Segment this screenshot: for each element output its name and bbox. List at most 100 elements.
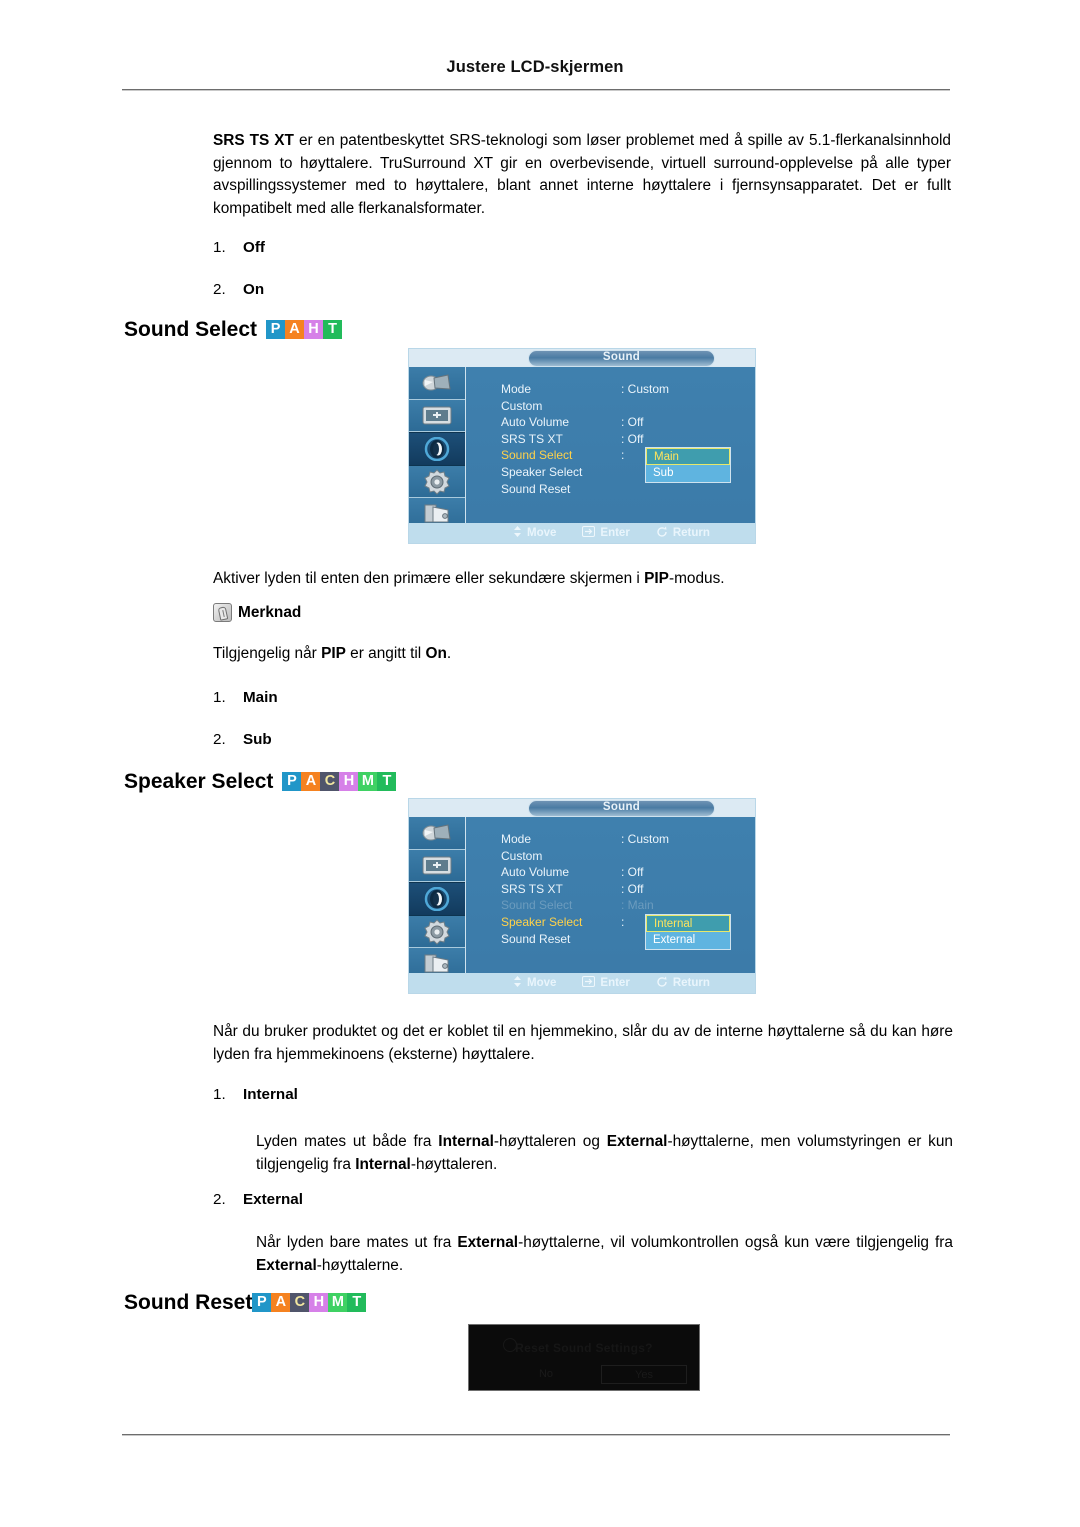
intro-body: er en patentbeskyttet SRS-teknologi som …	[213, 132, 951, 217]
osd-row-mode[interactable]: Mode: Custom	[501, 381, 669, 398]
reset-dialog-title: Reset Sound Settings?	[515, 1341, 653, 1355]
note-prefix: Tilgjengelig når	[213, 645, 322, 662]
detail-bold-external: External	[606, 1133, 668, 1150]
osd-row-label: Sound Select	[501, 448, 573, 463]
list-number: 2.	[213, 281, 226, 298]
detail-text: Når lyden bare mates ut fra	[256, 1234, 458, 1251]
desc-suffix: -modus.	[668, 570, 725, 587]
multicontrol-icon	[422, 953, 452, 975]
osd-row-sound-select[interactable]: Sound Select:	[501, 447, 669, 464]
badge-t: T	[347, 1293, 367, 1312]
osd-row-sound-reset[interactable]: Sound Reset	[501, 931, 669, 948]
osd-row-value: : Off	[621, 415, 644, 430]
osd-footer-enter[interactable]: Enter	[582, 526, 630, 540]
enter-icon	[582, 526, 596, 540]
osd-rail-item-sound[interactable]	[409, 432, 465, 466]
badge-m: M	[358, 772, 378, 791]
osd-row-auto-volume[interactable]: Auto Volume : Off	[501, 414, 669, 431]
list-label: Main	[243, 689, 278, 706]
osd-rail-item-sound[interactable]	[409, 882, 465, 916]
osd-option-internal[interactable]: Internal	[646, 915, 730, 932]
osd-row-speaker-select[interactable]: Speaker Select	[501, 464, 669, 481]
osd-row-value: : Off	[621, 881, 644, 896]
osd-footer: Move Enter Return	[409, 523, 755, 543]
osd-row-label: Auto Volume	[501, 415, 570, 430]
osd-option-sub[interactable]: Sub	[646, 465, 730, 482]
osd-row-srs-ts-xt[interactable]: SRS TS XT: Off	[501, 881, 669, 898]
osd-rail-item-picture[interactable]	[409, 367, 465, 400]
osd-footer-return[interactable]: Return	[656, 976, 710, 991]
detail-text: -høyttaleren.	[410, 1155, 498, 1173]
osd-menu-list: Mode: Custom Custom Auto Volume : Off SRS…	[501, 381, 669, 497]
return-icon	[656, 526, 668, 541]
badge-a: A	[285, 320, 305, 339]
speaker-select-description: Når du bruker produktet og det er koblet…	[213, 1023, 953, 1063]
osd-rail-item-setup[interactable]	[409, 915, 465, 949]
picture-icon	[420, 373, 454, 393]
osd-row-mode[interactable]: Mode: Custom	[501, 831, 669, 848]
osd-footer-move[interactable]: Move	[513, 976, 556, 990]
detail-text: -høyttalerne.	[316, 1256, 404, 1274]
osd-footer-label: Enter	[600, 977, 630, 989]
osd-footer-return[interactable]: Return	[656, 526, 710, 541]
osd-rail-item-setup[interactable]	[409, 465, 465, 499]
setup-icon	[423, 918, 451, 945]
osd-footer-enter[interactable]: Enter	[582, 976, 630, 990]
list-label: External	[243, 1191, 303, 1208]
badge-m: M	[328, 1293, 348, 1312]
desc-prefix: Aktiver lyden til enten den primære elle…	[213, 570, 645, 587]
osd-menu-list: Mode: Custom Custom Auto Volume: Off SRS…	[501, 831, 669, 947]
list-label: Off	[243, 239, 265, 256]
osd-footer-label: Return	[672, 527, 710, 539]
osd-footer-move[interactable]: Move	[513, 526, 556, 540]
footer-divider	[122, 1434, 950, 1436]
badge-t: T	[323, 320, 343, 339]
list-number: 1.	[213, 239, 226, 256]
return-icon	[656, 976, 668, 991]
desc-bold: PIP	[644, 570, 669, 587]
osd-option-external[interactable]: External	[646, 932, 730, 949]
badge-p: P	[266, 320, 286, 339]
osd-row-auto-volume[interactable]: Auto Volume: Off	[501, 864, 669, 881]
osd-title: Sound	[602, 351, 641, 363]
detail-bold-external: External	[457, 1234, 519, 1251]
osd-row-value: :	[621, 448, 625, 463]
heading-text: Speaker Select	[124, 770, 274, 793]
osd-dropdown-sound-select[interactable]: Main Sub	[645, 447, 731, 483]
osd-row-value: : Custom	[621, 382, 670, 396]
enter-icon	[582, 976, 596, 990]
osd-row-speaker-select[interactable]: Speaker Select:	[501, 914, 669, 931]
osd-rail-item-display[interactable]	[409, 399, 465, 433]
badge-t: T	[377, 772, 397, 791]
osd-footer: Move Enter Return	[409, 973, 755, 993]
osd-row-custom[interactable]: Custom	[501, 848, 669, 865]
badge-h: H	[339, 772, 359, 791]
display-icon	[420, 405, 454, 426]
internal-detail-paragraph: Lyden mates ut både fra Internal-høyttal…	[256, 1131, 953, 1176]
osd-option-main[interactable]: Main	[646, 448, 730, 465]
list-number: 1.	[213, 1086, 226, 1103]
note-merknad-1: Merknad	[213, 603, 301, 622]
list-label: On	[243, 281, 265, 298]
osd-row-value: : Off	[621, 431, 644, 446]
osd-row-srs-ts-xt[interactable]: SRS TS XT : Off	[501, 431, 669, 448]
osd-row-value: :	[621, 914, 625, 929]
osd-title: Sound	[602, 801, 641, 813]
badge-a: A	[301, 772, 321, 791]
badge-h: H	[309, 1293, 329, 1312]
osd-row-label: SRS TS XT	[501, 431, 563, 446]
speaker-select-item-2: 2. External	[213, 1191, 303, 1208]
badge-group-speaker-select: P A C H M T	[282, 772, 397, 791]
osd-rail-item-picture[interactable]	[409, 817, 465, 850]
speaker-select-item-1: 1. Internal	[213, 1086, 298, 1103]
header-divider	[122, 89, 950, 91]
osd-row-sound-reset[interactable]: Sound Reset	[501, 481, 669, 498]
reset-dialog-no-button[interactable]: No	[517, 1365, 575, 1384]
list-number: 2.	[213, 731, 226, 748]
badge-group-sound-reset: P A C H M T	[252, 1293, 367, 1312]
osd-rail-item-display[interactable]	[409, 849, 465, 883]
osd-dropdown-speaker-select[interactable]: Internal External	[645, 914, 731, 950]
reset-dialog-screenshot: Reset Sound Settings? No Yes	[468, 1324, 700, 1391]
osd-row-custom[interactable]: Custom	[501, 398, 669, 415]
reset-dialog-yes-button[interactable]: Yes	[601, 1365, 687, 1384]
